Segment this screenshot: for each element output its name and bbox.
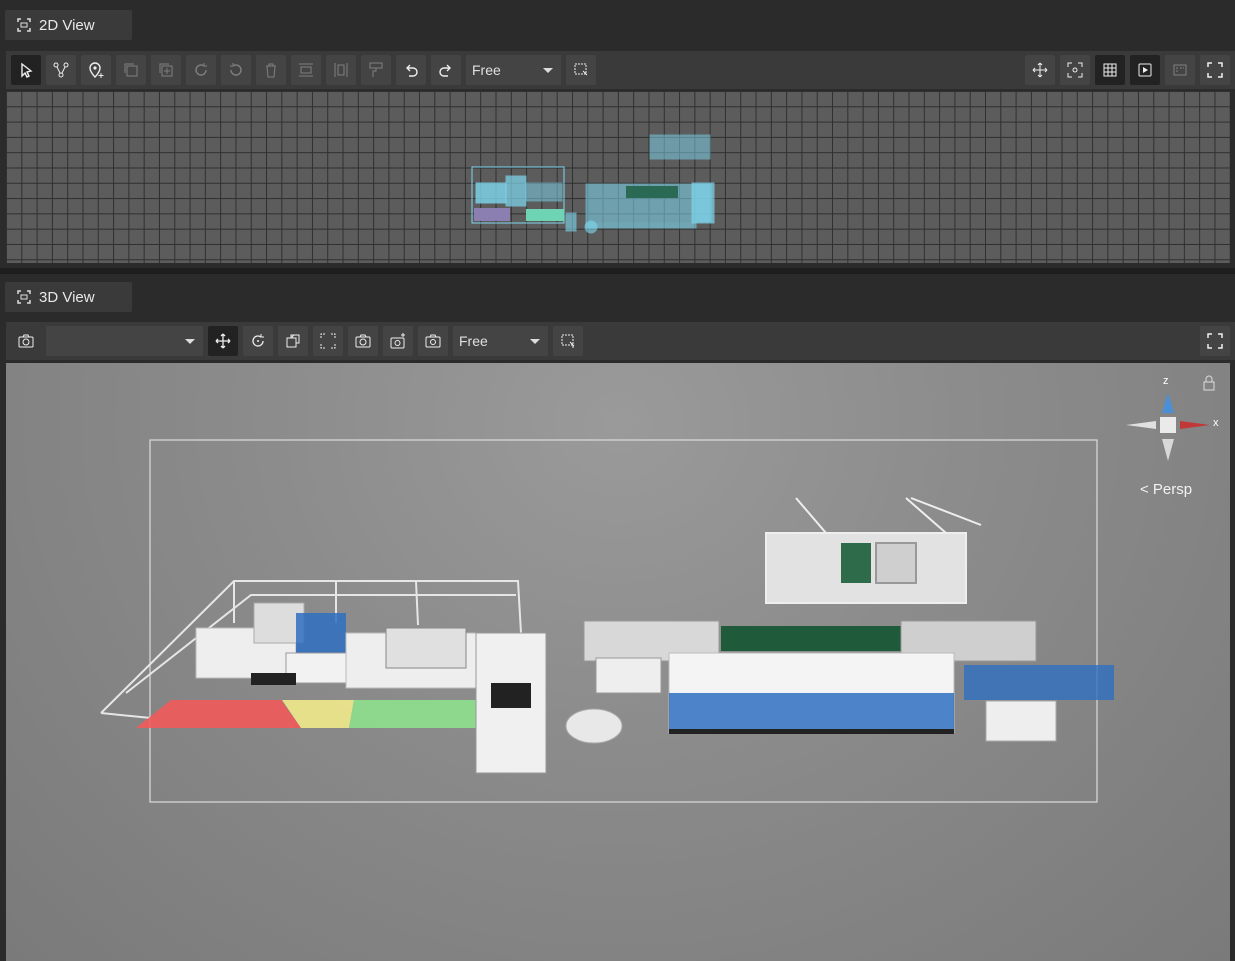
rotate-cw-icon <box>195 63 207 76</box>
grid-toggle-button[interactable] <box>1095 55 1125 85</box>
branch-nodes-icon <box>53 62 69 78</box>
camera-icon <box>355 334 371 348</box>
toolbar-2d: Free <box>6 51 1235 89</box>
mode-select-3d-value: Free <box>459 333 488 349</box>
path-tool-button[interactable] <box>46 55 76 85</box>
camera-button[interactable] <box>11 326 41 356</box>
transform-box-icon <box>286 334 300 348</box>
duplicate-button[interactable] <box>151 55 181 85</box>
camera-icon <box>425 334 441 348</box>
canvas-2d[interactable] <box>6 91 1230 263</box>
redo-icon <box>439 64 451 77</box>
paint-format-icon <box>369 62 383 77</box>
focus-frame-icon <box>17 18 31 32</box>
add-location-button[interactable] <box>81 55 111 85</box>
blueprint-layout <box>471 134 715 234</box>
scene-3d <box>100 439 1114 803</box>
delete-button[interactable] <box>256 55 286 85</box>
fit-view-button[interactable] <box>1060 55 1090 85</box>
toolbar-3d: Free <box>6 322 1235 360</box>
copy-icon <box>124 63 138 77</box>
move-arrows-icon <box>1032 62 1048 78</box>
select-tool-button[interactable] <box>11 55 41 85</box>
gizmo-x-label: x <box>1213 417 1219 429</box>
add-copy-icon <box>159 63 173 77</box>
object-transform-button[interactable] <box>278 326 308 356</box>
redo-button[interactable] <box>431 55 461 85</box>
screenshot-button[interactable] <box>348 326 378 356</box>
add-camera-button[interactable] <box>383 326 413 356</box>
camera-add-icon <box>390 333 405 349</box>
pdf-icon <box>1173 64 1187 76</box>
move-arrows-icon <box>215 333 231 349</box>
pan-tool-button[interactable] <box>208 326 238 356</box>
camera-settings-button[interactable] <box>418 326 448 356</box>
fullscreen-2d-button[interactable] <box>1200 55 1230 85</box>
align-vertical-button[interactable] <box>326 55 356 85</box>
play-frame-icon <box>1138 63 1152 77</box>
select-area-icon <box>574 63 588 76</box>
tab-3d-view[interactable]: 3D View <box>5 282 132 312</box>
align-horizontal-icon <box>299 63 313 77</box>
fullscreen-icon <box>1207 62 1223 78</box>
fit-3d-button[interactable] <box>313 326 343 356</box>
rotate-ccw-icon <box>230 63 242 76</box>
select-area-3d-button[interactable] <box>553 326 583 356</box>
select-arrow-icon <box>21 62 33 78</box>
format-painter-button[interactable] <box>361 55 391 85</box>
undo-icon <box>406 64 418 77</box>
projection-toggle[interactable]: < Persp <box>1140 481 1192 498</box>
chevron-down-icon <box>530 338 540 344</box>
turntable <box>565 708 623 744</box>
move-view-button[interactable] <box>1025 55 1055 85</box>
rotate-ccw-button[interactable] <box>221 55 251 85</box>
rotate-cw-button[interactable] <box>186 55 216 85</box>
fullscreen-icon <box>1207 333 1223 349</box>
zone-red <box>136 700 301 728</box>
focus-frame-icon <box>320 333 336 349</box>
camera-select[interactable] <box>46 326 203 356</box>
chevron-down-icon <box>185 338 195 344</box>
focus-frame-icon <box>17 290 31 304</box>
select-area-icon <box>561 334 575 348</box>
grid-icon <box>1103 63 1117 77</box>
mode-select-2d-value: Free <box>472 62 501 78</box>
export-pdf-button[interactable] <box>1165 55 1195 85</box>
fullscreen-3d-button[interactable] <box>1200 326 1230 356</box>
trash-icon <box>266 63 276 78</box>
snapshot-select-button[interactable] <box>566 55 596 85</box>
edge-banding-line <box>583 620 1114 742</box>
panel-divider[interactable] <box>0 268 1235 274</box>
copy-button[interactable] <box>116 55 146 85</box>
align-horizontal-button[interactable] <box>291 55 321 85</box>
tab-2d-label: 2D View <box>39 16 95 34</box>
align-vertical-icon <box>334 63 348 77</box>
orbit-icon <box>252 334 264 347</box>
packaging-machine <box>765 497 982 604</box>
mode-select-2d[interactable]: Free <box>466 55 561 85</box>
lock-icon[interactable] <box>1202 375 1216 391</box>
assembly-cell <box>195 602 547 774</box>
chevron-down-icon <box>543 67 553 73</box>
viewport-3d[interactable]: z x < Persp <box>6 363 1230 961</box>
focus-frame-icon <box>1067 62 1083 78</box>
gizmo-z-label: z <box>1163 375 1169 387</box>
play-button[interactable] <box>1130 55 1160 85</box>
orbit-tool-button[interactable] <box>243 326 273 356</box>
zone-green <box>349 700 481 728</box>
tab-3d-label: 3D View <box>39 288 95 306</box>
undo-button[interactable] <box>396 55 426 85</box>
add-location-icon <box>89 62 104 78</box>
camera-icon <box>18 334 34 348</box>
mode-select-3d[interactable]: Free <box>453 326 548 356</box>
tab-2d-view[interactable]: 2D View <box>5 10 132 40</box>
